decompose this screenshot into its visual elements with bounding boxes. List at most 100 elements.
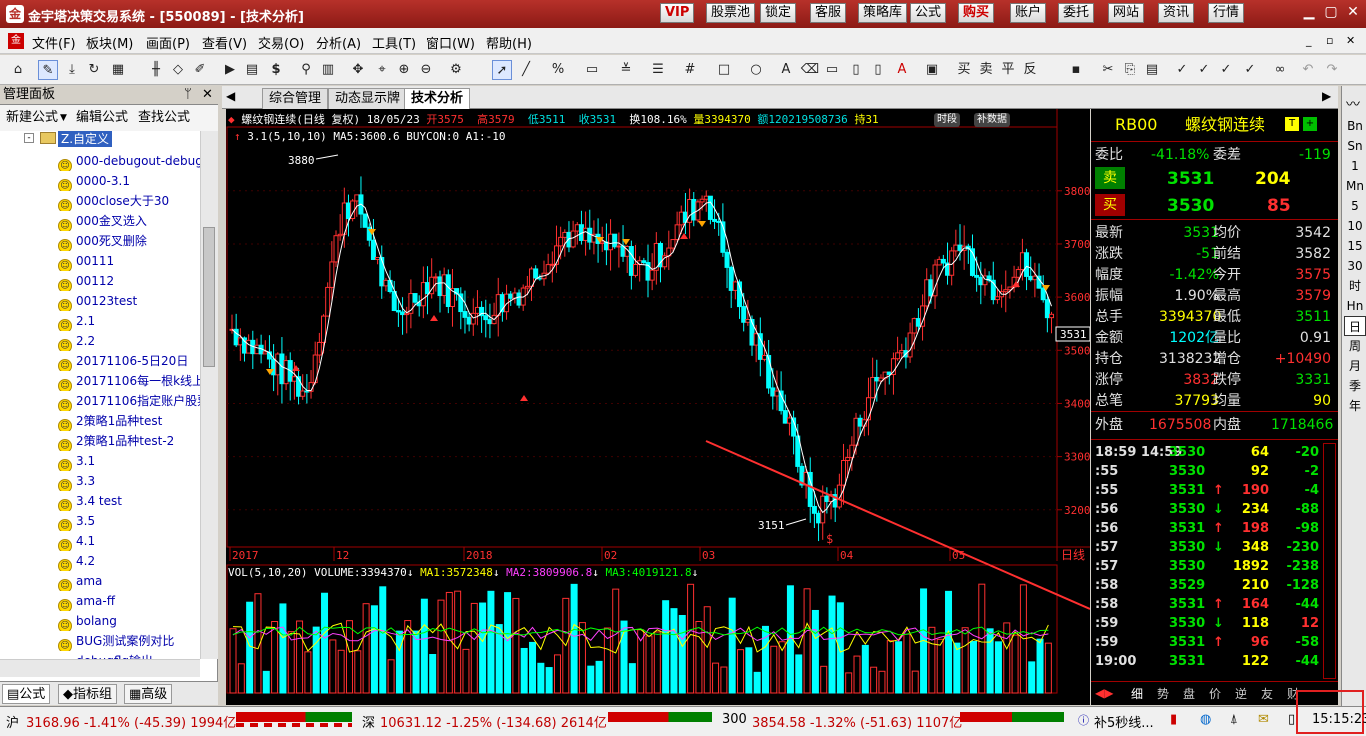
marker-icon[interactable]: ▭ [822,60,842,80]
pin-blue-icon[interactable]: ✓ [1194,60,1214,80]
c300-index[interactable]: 3854.58 -1.32% (-51.63) 1107亿 [752,712,962,731]
db-icon[interactable]: ▮ [1170,712,1177,727]
menu-file[interactable]: 文件(F) [32,33,76,52]
tabs-left-arrow-icon[interactable]: ◀ [226,89,235,103]
menu-sector[interactable]: 板块(M) [86,33,133,52]
formula-item[interactable]: ☺ 20171106每一根k线上 [58,371,200,391]
t-icon[interactable]: T [1285,117,1299,131]
formula-item[interactable]: ☺ 0000-3.1 [58,171,200,191]
fib-icon[interactable]: ≚ [616,60,636,80]
find-formula-link[interactable]: 查找公式 [138,105,190,131]
formula-item[interactable]: ☺ 4.1 [58,531,200,551]
minimize-icon[interactable]: ▁ [1300,4,1318,22]
detail-tab[interactable]: 盘 [1183,685,1195,702]
formula-item[interactable]: ☺ 00123test [58,291,200,311]
formula-item[interactable]: ☺ 000金叉选入 [58,211,200,231]
trend-icon[interactable]: 〰 [1346,94,1360,114]
bell-icon[interactable]: ⍋ [1230,712,1238,727]
dropdown-icon[interactable]: ▼ [60,105,67,131]
layer-icon[interactable]: ▣ [922,60,942,80]
pin-icon[interactable]: ✓ [1172,60,1192,80]
lock-tool-icon[interactable]: ▯ [846,60,866,80]
mdi-restore-icon[interactable]: ▫ [1326,34,1333,47]
formula-item[interactable]: ☺ 000死叉删除 [58,231,200,251]
formula-item[interactable]: ☺debugflg输出 [58,651,200,659]
formula-item[interactable]: ☺ 20171106-5日20日 [58,351,200,371]
session-badge[interactable]: 时段 [934,113,960,127]
document-icon[interactable]: ▤ [242,60,262,80]
binoculars-icon[interactable]: ∞ [1270,60,1290,80]
tree-hscrollbar[interactable] [0,659,200,677]
save-icon[interactable]: ▪ [1066,60,1086,80]
reverse-mark-icon[interactable]: 反 [1020,60,1040,80]
period-button[interactable]: 30 [1344,256,1366,276]
formula-item[interactable]: ☺ 2策略1品种test [58,411,200,431]
text-tool-icon[interactable]: A [776,60,796,80]
period-button[interactable]: Bn [1344,116,1366,136]
kline-chart[interactable]: 3200 3300 3400 3500 3600 3700 3800 2017 12 2018 0… [226,109,1090,705]
formula-item[interactable]: ☺ 2.2 [58,331,200,351]
globe-icon[interactable]: ◍ [1200,712,1211,727]
tab-advanced[interactable]: ▦高级 [124,684,173,704]
tree-root-label[interactable]: Z.自定义 [58,131,113,147]
tab-formula[interactable]: ▤公式 [2,684,51,704]
grid-layout-icon[interactable]: ▦ [108,60,128,80]
support-button[interactable]: 客服 [810,3,847,23]
menu-help[interactable]: 帮助(H) [486,33,532,52]
detail-tab[interactable]: 逆 [1235,685,1247,702]
period-button[interactable]: 月 [1344,356,1366,376]
dollar-icon[interactable]: $ [266,60,286,80]
undo-icon[interactable]: ↶ [1298,60,1318,80]
tab-indicator-group[interactable]: ◆指标组 [58,684,118,704]
redo-icon[interactable]: ↷ [1322,60,1342,80]
formula-item[interactable]: ☺ 3.5 [58,511,200,531]
mdi-close-icon[interactable]: ✕ [1346,34,1355,47]
chart-canvas[interactable]: 3200 3300 3400 3500 3600 3700 3800 2017 12 2018 0… [226,109,1090,705]
refresh-icon[interactable]: ↻ [84,60,104,80]
menu-analysis[interactable]: 分析(A) [316,33,361,52]
paste-icon[interactable]: ▤ [1142,60,1162,80]
home-icon[interactable]: ⌂ [8,60,28,80]
menu-trade[interactable]: 交易(O) [258,33,304,52]
formula-item[interactable]: ☺ 2策略1品种test-2 [58,431,200,451]
move-icon[interactable]: ✥ [348,60,368,80]
formula-item[interactable]: ☺ bolang [58,611,200,631]
chart-icon[interactable]: ▥ [318,60,338,80]
formula-item[interactable]: ☺ 00111 [58,251,200,271]
notice-text[interactable]: 补5秒线... [1094,712,1154,731]
candle-icon[interactable]: ╫ [146,60,166,80]
formula-item[interactable]: ☺ 3.1 [58,451,200,471]
period-button[interactable]: Hn [1344,296,1366,316]
formula-item[interactable]: ☺ 000-debugout-debug [58,151,200,171]
maximize-icon[interactable]: ▢ [1322,4,1340,22]
tab-overview[interactable]: 综合管理 [262,88,329,109]
edit-formula-link[interactable]: 编辑公式 [76,105,128,131]
formula-item[interactable]: ☺ 2.1 [58,311,200,331]
buy-mark-icon[interactable]: 买 [954,60,974,80]
detail-tabs-left-icon[interactable]: ◀▶ [1095,686,1113,700]
tree-scrollbar[interactable] [200,131,218,659]
circle-icon[interactable]: ○ [746,60,766,80]
download-icon[interactable]: ⤓ [62,60,82,80]
tab-dynamic-board[interactable]: 动态显示牌 [328,88,408,109]
period-button[interactable]: Sn [1344,136,1366,156]
website-button[interactable]: 网站 [1108,3,1145,23]
tick-scrollbar[interactable] [1323,443,1336,679]
mdi-minimize-icon[interactable]: _ [1306,34,1312,47]
cut-icon[interactable]: ✂ [1098,60,1118,80]
filter-icon[interactable]: ⚲ [296,60,316,80]
app-menu-icon[interactable]: 金 [8,33,24,49]
lock-button[interactable]: 锁定 [760,3,797,23]
pin-gray-icon[interactable]: ✓ [1240,60,1260,80]
formula-button[interactable]: 公式 [910,3,947,23]
menu-view[interactable]: 查看(V) [202,33,247,52]
period-button[interactable]: Mn [1344,176,1366,196]
sz-index[interactable]: 10631.12 -1.25% (-134.68) 2614亿 [380,712,607,731]
formula-item[interactable]: ☺ ama [58,571,200,591]
period-button[interactable]: 15 [1344,236,1366,256]
menu-window[interactable]: 窗口(W) [426,33,475,52]
play-icon[interactable]: ▶ [220,60,240,80]
formula-item[interactable]: ☺ 00112 [58,271,200,291]
pin-panel-icon[interactable]: ᛘ [184,85,192,105]
period-button[interactable]: 时 [1344,276,1366,296]
